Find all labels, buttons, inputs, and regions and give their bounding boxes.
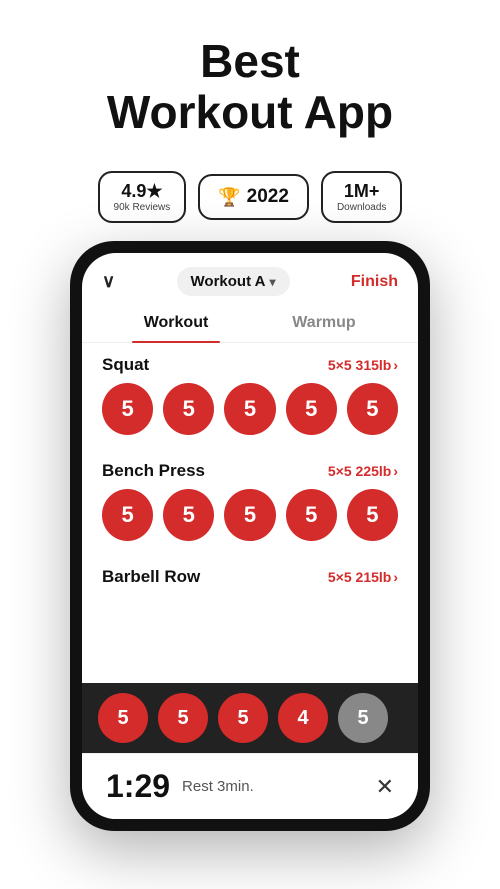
timer-left: 1:29 Rest 3min. (106, 768, 254, 805)
rest-timer: 1:29 Rest 3min. ✕ (82, 753, 418, 819)
exercise-bench-press: Bench Press 5×5 225lb › 5 5 5 5 5 (82, 449, 418, 555)
exercise-bench-name: Bench Press (102, 461, 205, 481)
squat-set-2[interactable]: 5 (163, 383, 214, 435)
award-badge: 🏆 2022 (198, 174, 309, 220)
award-year: 2022 (247, 186, 289, 208)
workout-selector-label: Workout A (191, 273, 266, 290)
squat-set-1[interactable]: 5 (102, 383, 153, 435)
rating-score: 4.9★ (121, 181, 162, 202)
screen-topbar: ∨ Workout A ▾ Finish (82, 253, 418, 304)
exercise-squat-sets: 5×5 315lb › (328, 357, 398, 373)
header-section: Best Workout App (0, 0, 500, 157)
squat-set-3[interactable]: 5 (224, 383, 275, 435)
bottom-set-4[interactable]: 4 (278, 693, 328, 743)
chevron-down-icon[interactable]: ∨ (102, 271, 115, 292)
squat-sets-row: 5 5 5 5 5 (102, 383, 398, 445)
tab-workout[interactable]: Workout (102, 304, 250, 342)
rest-label: Rest 3min. (182, 778, 254, 795)
rating-badge: 4.9★ 90k Reviews (98, 171, 187, 223)
finish-button[interactable]: Finish (351, 273, 398, 291)
exercise-squat: Squat 5×5 315lb › 5 5 5 5 5 (82, 343, 418, 449)
bottom-set-3[interactable]: 5 (218, 693, 268, 743)
bench-set-3[interactable]: 5 (224, 489, 275, 541)
exercise-barbell-header: Barbell Row 5×5 215lb › (102, 567, 398, 587)
bottom-set-5[interactable]: 5 (338, 693, 388, 743)
chevron-right-icon: › (393, 357, 398, 373)
squat-set-5[interactable]: 5 (347, 383, 398, 435)
downloads-badge: 1M+ Downloads (321, 171, 402, 223)
rating-sub: 90k Reviews (114, 202, 171, 213)
phone-mockup: ∨ Workout A ▾ Finish Workout Warmup Squa… (70, 241, 430, 831)
downloads-count: 1M+ (344, 181, 380, 202)
squat-set-4[interactable]: 5 (286, 383, 337, 435)
bench-set-4[interactable]: 5 (286, 489, 337, 541)
bench-set-2[interactable]: 5 (163, 489, 214, 541)
exercise-barbell-row: Barbell Row 5×5 215lb › (82, 555, 418, 599)
exercise-barbell-name: Barbell Row (102, 567, 200, 587)
workout-selector[interactable]: Workout A ▾ (177, 267, 290, 296)
exercise-squat-header: Squat 5×5 315lb › (102, 355, 398, 375)
trophy-icon: 🏆 (218, 187, 240, 208)
downloads-sub: Downloads (337, 202, 386, 213)
bench-sets-row: 5 5 5 5 5 (102, 489, 398, 551)
close-timer-button[interactable]: ✕ (376, 774, 394, 800)
exercise-barbell-sets: 5×5 215lb › (328, 569, 398, 585)
exercise-bench-sets: 5×5 225lb › (328, 463, 398, 479)
tab-warmup[interactable]: Warmup (250, 304, 398, 342)
exercise-list: Squat 5×5 315lb › 5 5 5 5 5 Bench P (82, 343, 418, 683)
phone-screen: ∨ Workout A ▾ Finish Workout Warmup Squa… (82, 253, 418, 819)
chevron-right-icon: › (393, 463, 398, 479)
selector-arrow-icon: ▾ (270, 275, 276, 289)
exercise-bench-header: Bench Press 5×5 225lb › (102, 461, 398, 481)
main-title: Best Workout App (30, 36, 470, 137)
bottom-bar: 5 5 5 4 5 (82, 683, 418, 753)
tabs-bar: Workout Warmup (82, 304, 418, 343)
bench-set-1[interactable]: 5 (102, 489, 153, 541)
bottom-set-2[interactable]: 5 (158, 693, 208, 743)
badges-row: 4.9★ 90k Reviews 🏆 2022 1M+ Downloads (98, 171, 403, 223)
bench-set-5[interactable]: 5 (347, 489, 398, 541)
bottom-set-1[interactable]: 5 (98, 693, 148, 743)
timer-value: 1:29 (106, 768, 170, 805)
chevron-right-icon: › (393, 569, 398, 585)
exercise-squat-name: Squat (102, 355, 149, 375)
